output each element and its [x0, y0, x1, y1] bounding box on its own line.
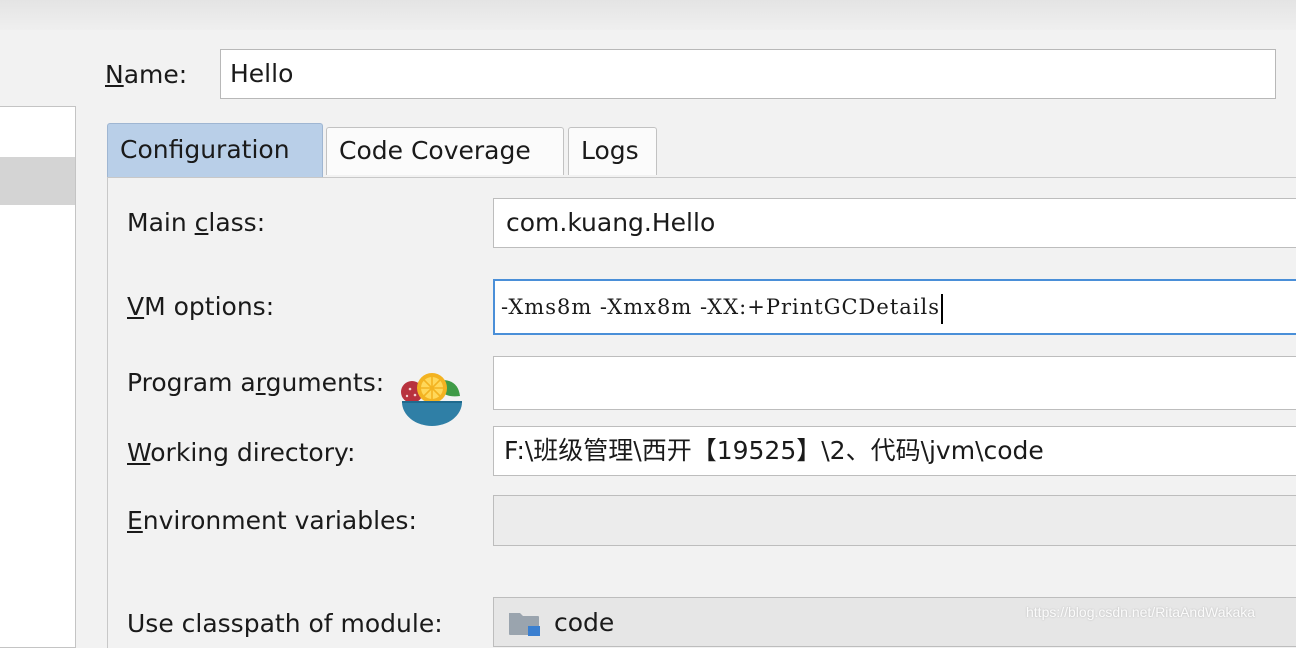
- tab-code-coverage[interactable]: Code Coverage: [326, 127, 564, 175]
- name-input[interactable]: Hello: [220, 49, 1276, 99]
- window-title-bar: [0, 0, 1296, 30]
- main-class-label: Main class:: [127, 208, 266, 237]
- classpath-module-label: Use classpath of module:: [127, 609, 443, 638]
- selected-tree-item[interactable]: [0, 157, 75, 205]
- program-arguments-label: Program arguments:: [127, 368, 385, 397]
- program-arguments-input[interactable]: [493, 356, 1296, 410]
- configuration-tree-panel[interactable]: [0, 106, 76, 648]
- working-directory-label: Working directory:: [127, 438, 356, 467]
- module-folder-icon: [509, 613, 540, 636]
- text-caret: [940, 293, 943, 324]
- environment-variables-input[interactable]: [493, 495, 1296, 546]
- vm-options-label: VM options:: [127, 292, 275, 321]
- vm-options-value: -Xms8m -Xmx8m -XX:+PrintGCDetails: [501, 295, 940, 319]
- environment-variables-label: Environment variables:: [127, 506, 417, 535]
- vm-options-input[interactable]: -Xms8m -Xmx8m -XX:+PrintGCDetails: [493, 279, 1296, 335]
- tab-logs[interactable]: Logs: [568, 127, 657, 175]
- main-class-input[interactable]: com.kuang.Hello: [493, 198, 1296, 248]
- name-label: Name:: [105, 60, 188, 89]
- salad-bowl-icon: [401, 373, 462, 426]
- module-name: code: [554, 608, 615, 637]
- watermark: https://blog.csdn.net/RitaAndWakaka: [1026, 604, 1256, 620]
- tab-configuration[interactable]: Configuration: [107, 123, 323, 177]
- working-directory-input[interactable]: F:\班级管理\西开【19525】\2、代码\jvm\code: [493, 426, 1296, 476]
